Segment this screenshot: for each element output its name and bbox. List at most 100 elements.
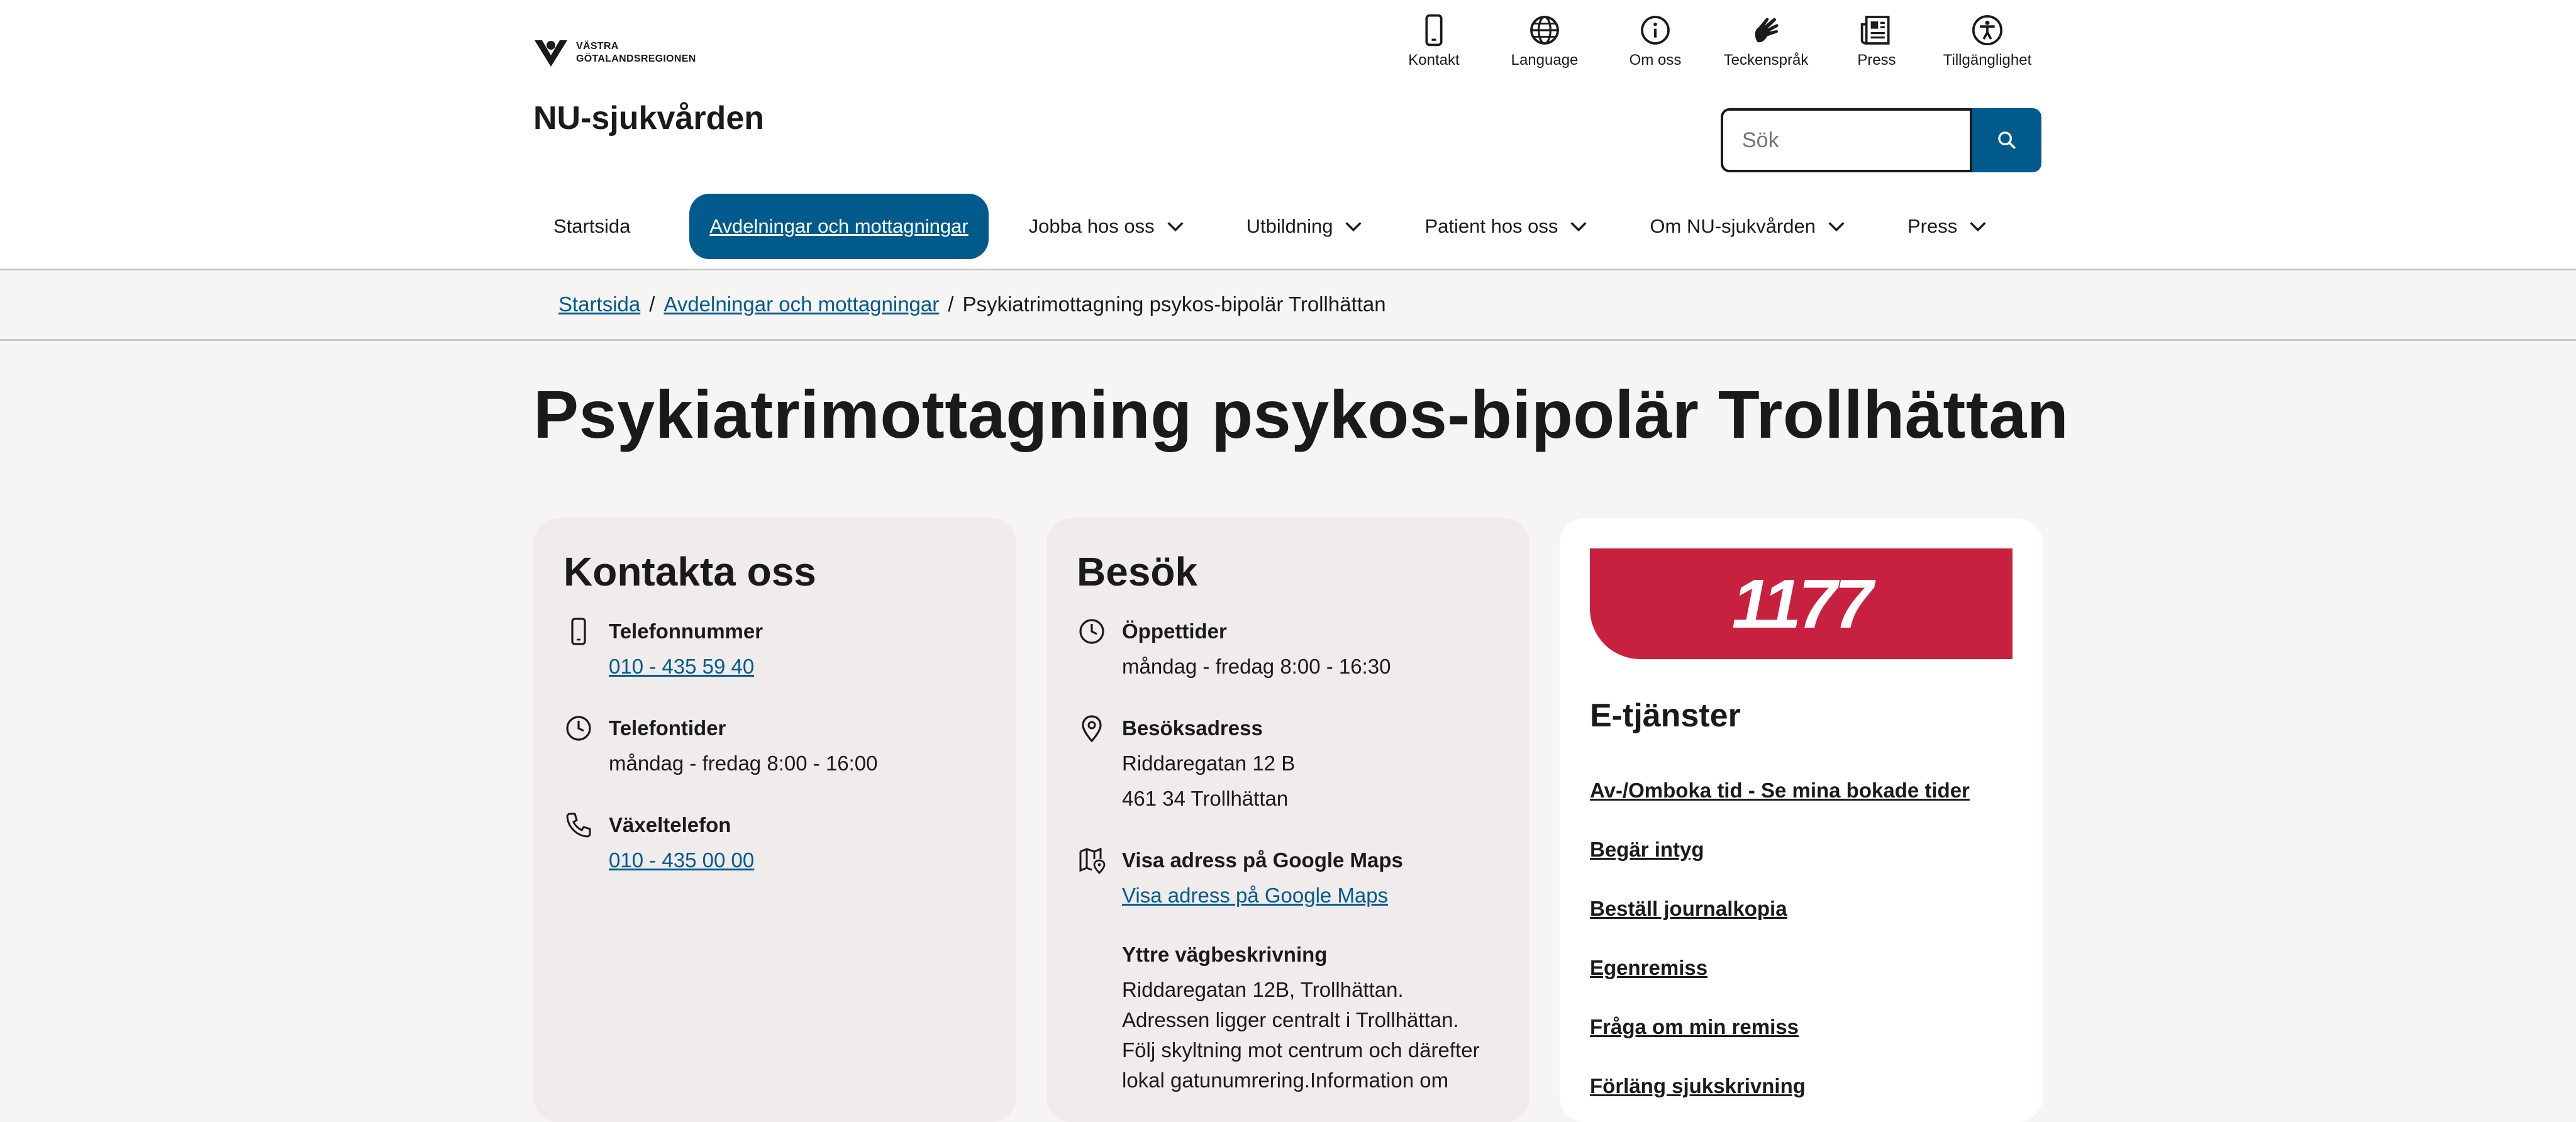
eservice-link[interactable]: Av-/Omboka tid - Se mina bokade tider [1590,779,2012,803]
site-header: VÄSTRA GÖTALANDSREGIONEN NU-sjukvården K… [0,0,2576,270]
nav-label: Jobba hos oss [1028,215,1155,237]
address-label: Besöksadress [1122,716,1263,740]
eservices-title: E-tjänster [1590,697,1741,734]
utility-label: Kontakt [1408,52,1460,69]
nav-item-avdelningar[interactable]: Avdelningar och mottagningar [689,194,989,259]
visit-directions: Yttre vägbeskrivning Riddaregatan 12B, T… [1077,940,1499,1096]
utility-label: Om oss [1629,52,1682,69]
utility-label: Language [1511,52,1579,69]
utility-language[interactable]: Language [1489,13,1600,69]
visit-open: Öppettider måndag - fredag 8:00 - 16:30 [1077,614,1499,684]
utility-tillganglighet[interactable]: Tillgänglighet [1932,13,2043,69]
chevron-down-icon [1970,222,1986,232]
breadcrumb-section[interactable]: Avdelningar och mottagningar [663,292,939,316]
utility-label: Teckenspråk [1723,52,1809,69]
map-icon [1079,847,1106,874]
contact-switchboard: Växeltelefon 010 - 435 00 00 [564,808,986,878]
nav-item-startsida[interactable]: Startsida [533,194,650,259]
logo-line-2: GÖTALANDSREGIONEN [576,53,696,64]
chevron-down-icon [1167,222,1184,232]
page-title: Psykiatrimottagning psykos-bipolär Troll… [533,376,2069,452]
directions-line-4: lokal gatunumrering.Information om [1122,1069,1449,1092]
clock-icon [1079,619,1104,644]
contact-card: Kontakta oss Telefonnummer 010 - 435 59 … [533,518,1016,1122]
handset-icon [566,813,591,838]
search-icon [1998,131,2016,150]
hours-value: måndag - fredag 8:00 - 16:00 [609,752,878,775]
search-form [1721,108,2041,172]
switchboard-label: Växeltelefon [609,813,731,836]
utility-label: Tillgänglighet [1943,52,2032,69]
utility-press[interactable]: Press [1821,13,1932,69]
vgr-logo[interactable]: VÄSTRA GÖTALANDSREGIONEN [533,36,696,69]
phone-icon [571,618,586,645]
clock-icon [566,716,591,741]
phone-link[interactable]: 010 - 435 59 40 [609,655,754,678]
directions-line-2: Adressen ligger centralt i Trollhättan. [1122,1008,1459,1031]
eservice-link[interactable]: Begär intyg [1590,838,2012,862]
chevron-down-icon [1570,222,1587,232]
open-value: måndag - fredag 8:00 - 16:30 [1122,655,1391,678]
directions-line-3: Följ skyltning mot centrum och därefter [1122,1038,1480,1062]
globe-icon [1530,16,1559,45]
hours-label: Telefontider [609,716,726,740]
address-line-1: Riddaregatan 12 B [1122,752,1296,775]
nav-item-utbildning[interactable]: Utbildning [1226,194,1385,259]
utility-om-oss[interactable]: Om oss [1600,13,1711,69]
phone-icon [1425,14,1443,47]
nav-label: Patient hos oss [1424,215,1558,237]
nav-label: Startsida [553,215,631,237]
maps-label: Visa adress på Google Maps [1122,848,1403,872]
breadcrumb-sep: / [649,292,655,316]
sign-language-icon [1755,18,1779,43]
main-nav: Startsida Avdelningar och mottagningar J… [533,194,2029,259]
info-icon [1641,16,1670,45]
utility-nav: Kontakt Language Om oss Teckenspråk Pres… [1379,13,2043,69]
chevron-down-icon [1345,222,1362,232]
search-input[interactable] [1721,108,1972,172]
breadcrumb-current: Psykiatrimottagning psykos-bipolär Troll… [962,292,1386,316]
nav-item-jobba[interactable]: Jobba hos oss [1009,194,1206,259]
contact-phone: Telefonnummer 010 - 435 59 40 [564,614,986,684]
contact-title: Kontakta oss [564,549,816,594]
address-line-2: 461 34 Trollhättan [1122,787,1289,810]
eservice-link[interactable]: Beställ journalkopia [1590,897,2012,921]
logo-line-1: VÄSTRA [576,41,619,52]
visit-title: Besök [1077,549,1198,594]
switchboard-link[interactable]: 010 - 435 00 00 [609,848,754,872]
eservice-link[interactable]: Fråga om min remiss [1590,1015,2012,1039]
nav-label: Avdelningar och mottagningar [709,215,969,237]
phone-label: Telefonnummer [609,619,763,643]
open-label: Öppettider [1122,619,1227,643]
nav-label: Press [1907,215,1958,237]
directions-label: Yttre vägbeskrivning [1122,943,1328,966]
directions-line-1: Riddaregatan 12B, Trollhättan. [1122,978,1404,1001]
nav-item-om[interactable]: Om NU-sjukvården [1629,194,1867,259]
visit-maps: Visa adress på Google Maps Visa adress p… [1077,843,1499,913]
nav-label: Om NU-sjukvården [1650,215,1816,237]
directions-spacer [1077,940,1107,1096]
vgr-logo-icon [535,40,567,67]
visit-card: Besök Öppettider måndag - fredag 8:00 - … [1046,518,1530,1122]
contact-hours: Telefontider måndag - fredag 8:00 - 16:0… [564,711,986,781]
nav-item-press[interactable]: Press [1887,194,2009,259]
eservice-link[interactable]: Egenremiss [1590,956,2012,980]
maps-link[interactable]: Visa adress på Google Maps [1122,884,1388,907]
eservices-card: 1177 E-tjänster Av-/Omboka tid - Se mina… [1560,518,2043,1122]
1177-logo[interactable]: 1177 [1590,548,2012,659]
nav-label: Utbildning [1246,215,1333,237]
site-title[interactable]: NU-sjukvården [533,99,764,137]
utility-teckensprak[interactable]: Teckenspråk [1711,13,1821,69]
visit-address: Besöksadress Riddaregatan 12 B 461 34 Tr… [1077,711,1499,816]
newspaper-icon [1860,16,1890,45]
breadcrumb: Startsida / Avdelningar och mottagningar… [558,292,1386,316]
search-button[interactable] [1972,108,2041,172]
utility-kontakt[interactable]: Kontakt [1379,13,1489,69]
eservice-link[interactable]: Förläng sjukskrivning [1590,1074,2012,1098]
accessibility-icon [1972,14,2003,46]
utility-label: Press [1857,52,1896,69]
nav-item-patient[interactable]: Patient hos oss [1404,194,1609,259]
location-pin-icon [1082,715,1102,743]
breadcrumb-sep: / [948,292,954,316]
breadcrumb-home[interactable]: Startsida [558,292,640,316]
